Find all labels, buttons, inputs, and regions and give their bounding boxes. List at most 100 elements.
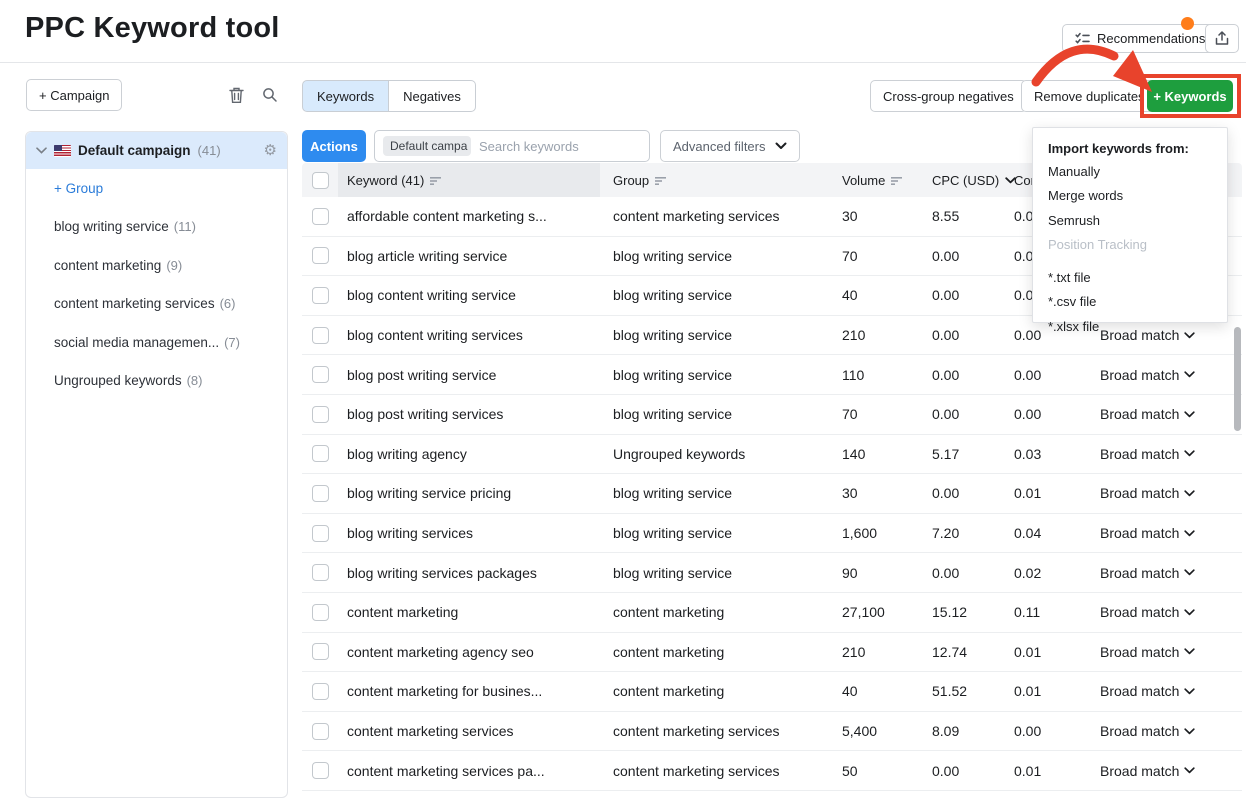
sidebar-group-item[interactable]: social media managemen... (7) [26,323,287,362]
match-type-dropdown[interactable]: Broad match [1100,355,1232,394]
chevron-down-icon [775,142,787,150]
match-type-dropdown[interactable]: Broad match [1100,712,1232,751]
sidebar-group-item[interactable]: content marketing services (6) [26,285,287,324]
sidebar-group-item[interactable]: Ungrouped keywords (8) [26,362,287,401]
competition-cell: 0.02 [1014,553,1041,592]
row-checkbox[interactable] [312,406,329,423]
competition-cell: 0.01 [1014,474,1041,513]
competition-cell: 0.03 [1014,435,1041,474]
row-checkbox[interactable] [312,445,329,462]
volume-cell: 30 [842,474,858,513]
row-checkbox[interactable] [312,208,329,225]
search-icon[interactable] [258,83,282,107]
match-type-dropdown[interactable]: Broad match [1100,633,1232,672]
row-checkbox[interactable] [312,247,329,264]
match-type-dropdown[interactable]: Broad match [1100,553,1232,592]
remove-duplicates-button[interactable]: Remove duplicates [1021,80,1158,112]
chevron-down-icon [1184,530,1195,537]
group-count: (8) [187,373,203,388]
keyword-cell: content marketing agency seo [347,633,534,672]
row-checkbox[interactable] [312,683,329,700]
actions-button[interactable]: Actions [302,130,366,162]
table-row: blog writing agency Ungrouped keywords 1… [302,435,1242,475]
recommendations-button[interactable]: Recommendations [1062,24,1218,53]
row-checkbox[interactable] [312,762,329,779]
cpc-cell: 0.00 [932,395,959,434]
cpc-cell: 8.09 [932,712,959,751]
row-checkbox[interactable] [312,327,329,344]
group-count: (9) [166,258,182,273]
dropdown-item[interactable]: Manually [1048,159,1212,184]
cpc-cell: 51.52 [932,672,967,711]
match-type-dropdown[interactable]: Broad match [1100,593,1232,632]
match-type-dropdown[interactable]: Broad match [1100,395,1232,434]
sidebar-group-item[interactable]: blog writing service (11) [26,208,287,247]
group-name: Ungrouped keywords [54,373,182,388]
match-type-dropdown[interactable]: Broad match [1100,474,1232,513]
column-header-group[interactable]: Group [613,163,667,197]
table-row: content marketing services content marke… [302,712,1242,752]
row-checkbox[interactable] [312,525,329,542]
cross-group-negatives-button[interactable]: Cross-group negatives [870,80,1027,112]
row-checkbox[interactable] [312,485,329,502]
column-header-volume[interactable]: Volume [842,163,903,197]
group-cell: blog writing service [613,553,732,592]
chevron-down-icon [1184,411,1195,418]
dropdown-item[interactable]: *.txt file [1048,265,1212,290]
add-campaign-button[interactable]: + Campaign [26,79,122,111]
dropdown-item[interactable]: Position Tracking [1048,233,1212,258]
row-checkbox[interactable] [312,287,329,304]
group-cell: content marketing [613,633,724,672]
advanced-filters-button[interactable]: Advanced filters [660,130,800,162]
competition-cell: 0.00 [1014,395,1041,434]
cpc-cell: 0.00 [932,316,959,355]
campaign-scope-pill[interactable]: Default campa [383,136,471,156]
group-count: (11) [174,219,196,234]
group-cell: content marketing [613,593,724,632]
campaign-row-default[interactable]: Default campaign (41) ⚙ [26,132,287,169]
select-all-checkbox[interactable] [312,172,329,189]
row-checkbox[interactable] [312,564,329,581]
tab-negatives[interactable]: Negatives [389,80,476,112]
page-title: PPC Keyword tool [25,12,280,45]
chevron-down-icon[interactable] [36,147,47,154]
keywords-negatives-tabs: Keywords Negatives [302,80,476,112]
add-group-button[interactable]: + Group [26,169,287,208]
row-checkbox[interactable] [312,723,329,740]
table-row: blog writing services packages blog writ… [302,553,1242,593]
add-keywords-button[interactable]: + Keywords [1147,80,1233,112]
group-name: content marketing services [54,296,215,311]
dropdown-item[interactable]: Semrush [1048,208,1212,233]
cpc-cell: 5.17 [932,435,959,474]
match-type-dropdown[interactable]: Broad match [1100,514,1232,553]
trash-icon[interactable] [224,83,248,107]
table-row: blog writing service pricing blog writin… [302,474,1242,514]
cpc-cell: 8.55 [932,197,959,236]
column-header-cpc[interactable]: CPC (USD) [932,163,1016,197]
group-name: content marketing [54,258,161,273]
row-checkbox[interactable] [312,643,329,660]
dropdown-item[interactable]: *.xlsx file [1048,314,1212,339]
keyword-cell: blog writing agency [347,435,467,474]
search-keywords-input[interactable]: Default campa Search keywords [374,130,650,162]
match-type-dropdown[interactable]: Broad match [1100,672,1232,711]
dropdown-item[interactable]: *.csv file [1048,290,1212,315]
column-header-keyword[interactable]: Keyword (41) [347,163,442,197]
group-cell: content marketing services [613,712,780,751]
gear-icon[interactable]: ⚙ [264,143,277,158]
group-cell: blog writing service [613,316,732,355]
group-cell: Ungrouped keywords [613,435,745,474]
match-type-dropdown[interactable]: Broad match [1100,751,1232,790]
dropdown-item[interactable]: Merge words [1048,184,1212,209]
group-cell: blog writing service [613,355,732,394]
row-checkbox[interactable] [312,366,329,383]
sidebar-group-item[interactable]: content marketing (9) [26,246,287,285]
table-scrollbar-thumb[interactable] [1234,327,1241,431]
volume-cell: 110 [842,355,864,394]
keyword-cell: blog article writing service [347,237,507,276]
export-button[interactable] [1205,24,1239,53]
import-keywords-dropdown: Import keywords from: Manually Merge wor… [1032,127,1228,323]
match-type-dropdown[interactable]: Broad match [1100,435,1232,474]
tab-keywords[interactable]: Keywords [302,80,389,112]
row-checkbox[interactable] [312,604,329,621]
